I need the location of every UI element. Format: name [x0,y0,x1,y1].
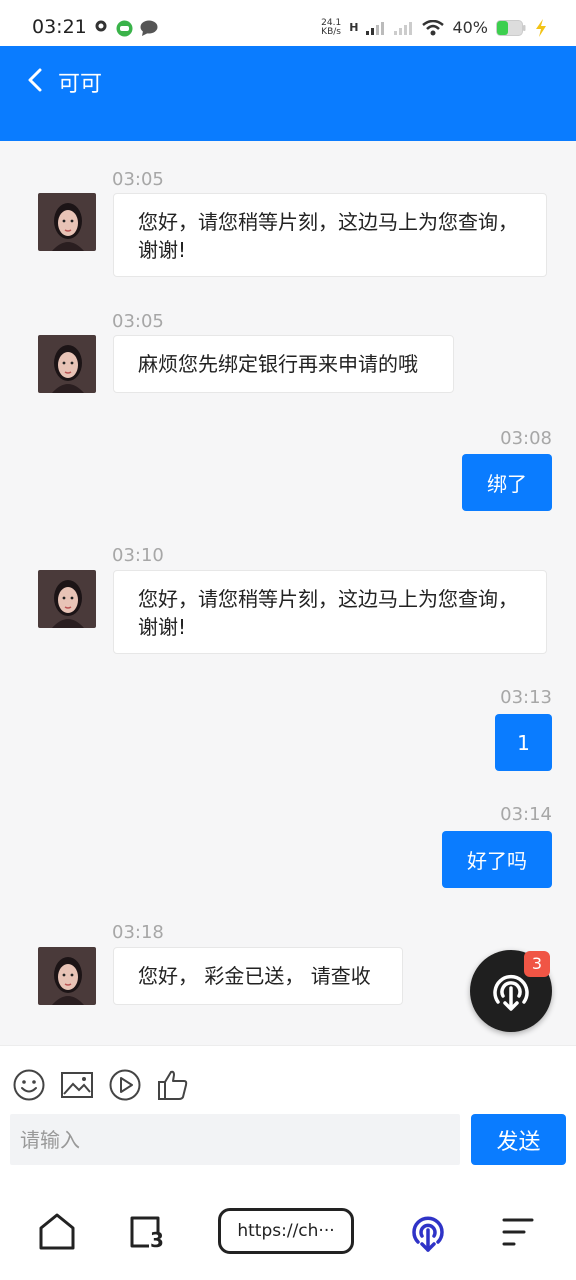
send-button[interactable]: 发送 [471,1114,566,1165]
image-icon[interactable] [60,1068,94,1102]
message-bubble-received: 您好，请您稍等片刻，这边马上为您查询，谢谢! [113,193,547,277]
status-indicators: 24.1 KB/s H 40% [321,18,548,37]
line-app-icon [116,20,133,37]
thumbs-up-icon[interactable] [156,1068,190,1102]
agent-avatar [38,570,96,628]
message-time: 03:08 [500,428,552,449]
home-icon[interactable] [37,1210,77,1254]
back-arrow-icon[interactable] [22,66,50,94]
network-speed: 24.1 KB/s [321,17,342,37]
message-bubble-received: 您好， 彩金已送， 请查收 [113,947,403,1005]
agent-avatar [38,193,96,251]
message-list[interactable]: 03:05 您好，请您稍等片刻，这边马上为您查询，谢谢! 03:05 麻烦您先绑… [0,141,576,1045]
network-type: H [349,21,359,34]
message-time: 03:18 [112,922,164,943]
tabs-button[interactable]: 3 [127,1210,167,1254]
message-input[interactable] [10,1114,460,1165]
wifi-icon [422,19,445,35]
battery-percent: 40% [452,18,488,37]
broadcast-download-nav-icon[interactable] [408,1210,448,1254]
message-time: 03:05 [112,311,164,332]
message-bubble-sent: 1 [495,714,552,771]
video-play-icon[interactable] [108,1068,142,1102]
agent-avatar [38,947,96,1005]
charging-icon [536,18,546,37]
message-time: 03:10 [112,545,164,566]
message-bubble-sent: 绑了 [462,454,552,511]
message-time: 03:14 [500,804,552,825]
message-bubble-received: 麻烦您先绑定银行再来申请的哦 [113,335,454,393]
message-bubble-sent: 好了吗 [442,831,552,888]
notification-badge: 3 [524,951,550,977]
emoji-icon[interactable] [12,1068,46,1102]
menu-icon[interactable] [498,1210,538,1254]
message-bubble-received: 您好，请您稍等片刻，这边马上为您查询，谢谢! [113,570,547,654]
address-bar[interactable]: https://ch··· [218,1208,354,1254]
signal-icon [366,21,385,35]
status-time: 03:21 [32,16,87,38]
notification-dot-icon [95,20,107,32]
message-icon [140,20,158,36]
signal-2-icon [394,21,413,35]
tab-count: 3 [150,1228,164,1252]
agent-avatar [38,335,96,393]
battery-icon [496,19,526,36]
message-time: 03:05 [112,169,164,190]
chat-title: 可可 [58,72,103,97]
message-time: 03:13 [500,687,552,708]
chat-header: 可可 [0,46,576,141]
status-bar: 03:21 24.1 KB/s H 40% [0,0,576,46]
